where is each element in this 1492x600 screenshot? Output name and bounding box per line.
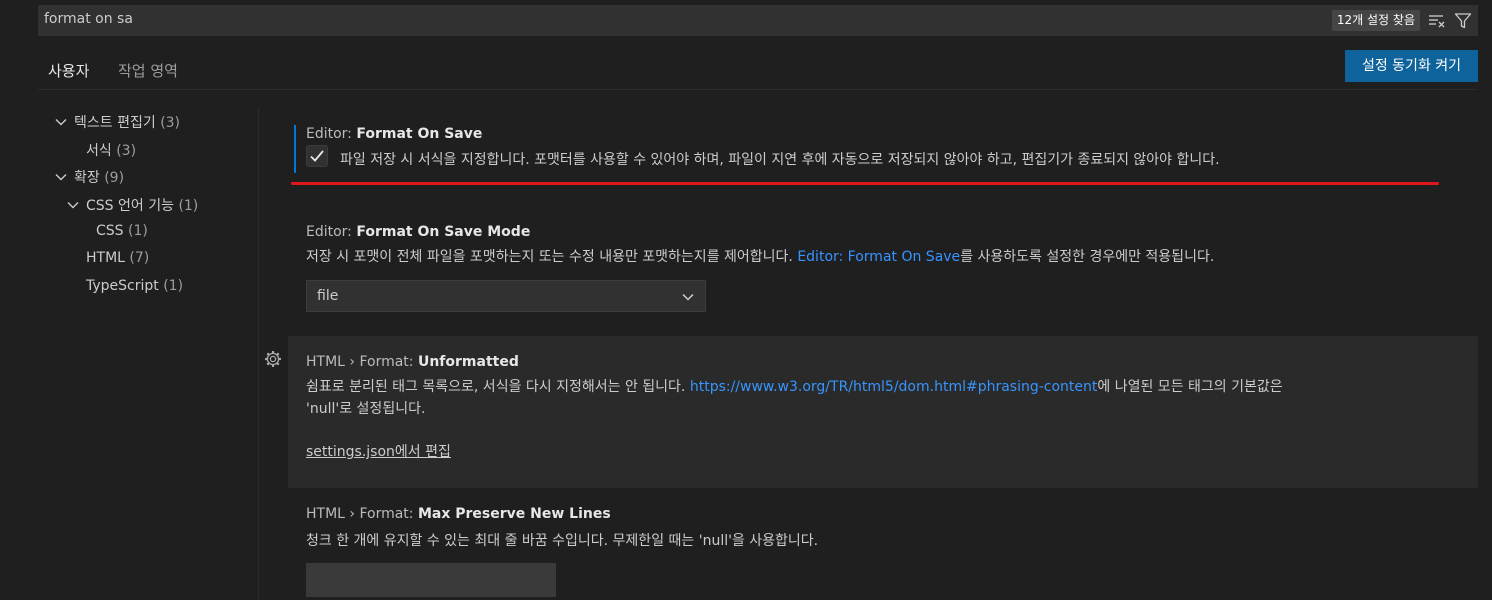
chevron-down-icon: [55, 174, 67, 181]
setting-name: Format On Save Mode: [356, 224, 531, 240]
tab-user[interactable]: 사용자: [48, 60, 89, 81]
toc-count: (3): [116, 143, 137, 159]
toc-label: TypeScript: [86, 278, 159, 294]
toc-item-formatting[interactable]: 서식 (3): [86, 140, 136, 160]
toc-count: (1): [178, 198, 199, 214]
settings-sync-button[interactable]: 설정 동기화 켜기: [1345, 50, 1478, 82]
setting-format-on-save: Editor: Format On Save 파일 저장 시 서식을 지정합니다…: [288, 122, 1478, 178]
setting-format-on-save-mode: Editor: Format On Save Mode 저장 시 포맷이 전체 …: [288, 220, 1478, 316]
setting-description: 쉼표로 분리된 태그 목록으로, 서식을 다시 지정해서는 안 됩니다. htt…: [306, 376, 1456, 420]
toc-item-css[interactable]: CSS (1): [96, 223, 148, 239]
setting-html-max-preserve-new-lines: HTML › Format: Max Preserve New Lines 청크…: [288, 504, 1478, 600]
format-on-save-mode-select[interactable]: file: [306, 280, 706, 312]
format-on-save-checkbox[interactable]: [306, 145, 328, 167]
setting-category: HTML › Format:: [306, 354, 418, 370]
setting-title: Editor: Format On Save: [306, 126, 482, 142]
desc-text: 를 사용하도록 설정한 경우에만 적용됩니다.: [960, 249, 1215, 265]
filter-icon[interactable]: [1454, 12, 1472, 30]
modified-indicator: [294, 125, 296, 173]
setting-title: Editor: Format On Save Mode: [306, 224, 530, 240]
setting-description: 청크 한 개에 유지할 수 있는 최대 줄 바꿈 수입니다. 무제한일 때는 '…: [306, 533, 819, 549]
setting-name: Unformatted: [417, 354, 519, 370]
setting-description: 저장 시 포맷이 전체 파일을 포맷하는지 또는 수정 내용만 포맷하는지를 제…: [306, 246, 1214, 268]
header-divider: [38, 89, 1478, 90]
format-on-save-link[interactable]: Editor: Format On Save: [797, 249, 960, 265]
toc-count: (7): [129, 250, 150, 266]
toc-label: CSS: [96, 223, 124, 239]
toc-label: 서식: [86, 143, 112, 159]
search-input[interactable]: format on sa: [44, 11, 133, 27]
settings-search-bar[interactable]: format on sa 12개 설정 찾음: [38, 5, 1478, 36]
toc-count: (3): [160, 115, 181, 131]
check-icon: [310, 150, 324, 162]
toc-divider: [258, 108, 259, 600]
chevron-down-icon: [682, 293, 694, 301]
toc-item-typescript[interactable]: TypeScript (1): [86, 278, 183, 294]
gear-icon[interactable]: [264, 350, 282, 368]
setting-category: Editor:: [306, 126, 357, 142]
desc-text: 에 나열된 모든 태그의 기본값은: [1097, 379, 1283, 395]
clear-filter-icon[interactable]: [1428, 12, 1446, 30]
toc-count: (1): [163, 278, 184, 294]
toc-item-html[interactable]: HTML (7): [86, 250, 149, 266]
setting-category: Editor:: [306, 224, 357, 240]
desc-text: 저장 시 포맷이 전체 파일을 포맷하는지 또는 수정 내용만 포맷하는지를 제…: [306, 249, 798, 265]
edit-in-settings-json-link[interactable]: settings.json에서 편집: [306, 441, 451, 461]
toc-count: (1): [128, 223, 148, 239]
edit-link-label[interactable]: settings.json에서 편집: [306, 444, 451, 460]
chevron-down-icon: [55, 119, 67, 126]
toc-label: CSS 언어 기능: [86, 198, 174, 214]
setting-name: Max Preserve New Lines: [417, 506, 611, 522]
toc-item-text-editor[interactable]: 텍스트 편집기 (3): [54, 112, 180, 132]
toc-label: 텍스트 편집기: [74, 115, 156, 131]
setting-description: 파일 저장 시 서식을 지정합니다. 포맷터를 사용할 수 있어야 하며, 파일…: [340, 152, 1220, 168]
toc-item-extensions[interactable]: 확장 (9): [54, 167, 124, 187]
result-count-badge: 12개 설정 찾음: [1331, 10, 1420, 31]
toc-item-css-language-features[interactable]: CSS 언어 기능 (1): [66, 195, 198, 215]
setting-name: Format On Save: [356, 126, 483, 142]
select-value: file: [317, 288, 339, 304]
setting-title: HTML › Format: Unformatted: [306, 354, 519, 370]
max-preserve-new-lines-input[interactable]: [306, 563, 556, 597]
tab-workspace[interactable]: 작업 영역: [118, 60, 178, 81]
desc-text: 'null'로 설정됩니다.: [306, 401, 426, 417]
desc-text: 쉼표로 분리된 태그 목록으로, 서식을 다시 지정해서는 안 됩니다.: [306, 379, 690, 395]
chevron-down-icon: [67, 202, 79, 209]
setting-html-format-unformatted: HTML › Format: Unformatted 쉼표로 분리된 태그 목록…: [288, 336, 1478, 488]
toc-count: (9): [104, 170, 125, 186]
toc-label: HTML: [86, 250, 125, 266]
setting-category: HTML › Format:: [306, 506, 418, 522]
setting-title: HTML › Format: Max Preserve New Lines: [306, 506, 611, 522]
phrasing-content-link[interactable]: https://www.w3.org/TR/html5/dom.html#phr…: [690, 379, 1098, 395]
toc-label: 확장: [74, 170, 100, 186]
highlight-annotation-line: [291, 182, 1439, 185]
